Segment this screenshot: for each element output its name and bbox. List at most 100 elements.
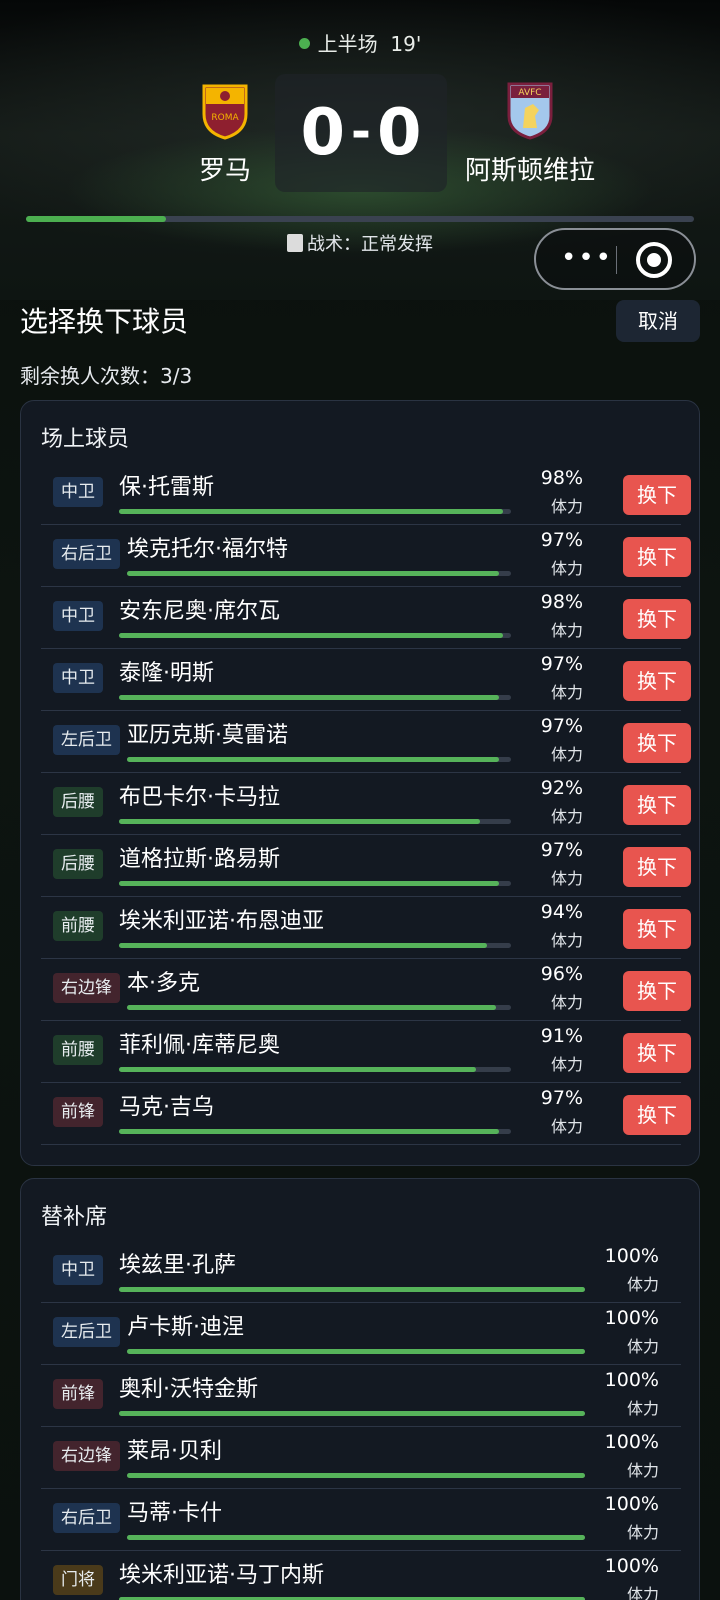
stamina-bar-fill — [119, 943, 488, 948]
sub-off-button[interactable]: 换下 — [623, 599, 691, 639]
roma-crest-icon: ROMA — [202, 84, 248, 140]
onfield-player-row[interactable]: 前腰 埃米利亚诺·布恩迪亚 94% 体力 换下 — [41, 897, 691, 959]
stamina-label: 体力 — [550, 1117, 583, 1136]
player-name: 菲利佩·库蒂尼奥 — [119, 1033, 280, 1058]
stamina-percent: 97% — [540, 1087, 583, 1109]
match-progress-bar — [26, 216, 694, 222]
player-name: 埃兹里·孔萨 — [119, 1253, 236, 1278]
stamina-percent: 100% — [604, 1369, 659, 1391]
position-badge: 前锋 — [53, 1097, 103, 1127]
sub-off-button[interactable]: 换下 — [623, 723, 691, 763]
away-team-name: 阿斯顿维拉 — [464, 156, 595, 186]
stamina-label: 体力 — [626, 1585, 659, 1600]
position-badge: 中卫 — [53, 1255, 103, 1285]
position-badge: 前腰 — [53, 911, 103, 941]
sub-off-button[interactable]: 换下 — [623, 785, 691, 825]
stamina-label: 体力 — [626, 1399, 659, 1418]
score-separator: - — [351, 104, 371, 160]
player-name: 亚历克斯·莫雷诺 — [127, 723, 288, 748]
player-name: 埃米利亚诺·布恩迪亚 — [119, 909, 324, 934]
stamina-bar — [127, 1473, 585, 1478]
stamina-bar-fill — [119, 633, 504, 638]
stamina-label: 体力 — [550, 497, 583, 516]
stamina-percent: 96% — [540, 963, 583, 985]
tactic-label: 战术：正常发挥 — [307, 234, 433, 255]
stamina-bar-fill — [119, 695, 500, 700]
onfield-player-row[interactable]: 右后卫 埃克托尔·福尔特 97% 体力 换下 — [41, 525, 691, 587]
home-team: ROMA 罗马 — [180, 80, 270, 187]
stamina-label: 体力 — [550, 807, 583, 826]
stamina-bar-fill — [127, 1349, 585, 1354]
onfield-player-list: 中卫 保·托雷斯 98% 体力 换下 右后卫 埃克托尔·福尔特 97% 体力 换下 中卫 安东尼奥·席… — [41, 463, 691, 1145]
stamina-bar-fill — [127, 571, 500, 576]
stamina-bar — [127, 571, 511, 576]
sub-off-button[interactable]: 换下 — [623, 847, 691, 887]
stamina-label: 体力 — [626, 1523, 659, 1542]
onfield-player-row[interactable]: 中卫 安东尼奥·席尔瓦 98% 体力 换下 — [41, 587, 691, 649]
close-target-icon[interactable] — [636, 242, 672, 278]
stamina-label: 体力 — [626, 1461, 659, 1480]
home-score: 0 — [300, 96, 346, 170]
sub-off-button[interactable]: 换下 — [623, 661, 691, 701]
player-name: 奥利·沃特金斯 — [119, 1377, 258, 1402]
onfield-player-row[interactable]: 后腰 道格拉斯·路易斯 97% 体力 换下 — [41, 835, 691, 897]
onfield-player-row[interactable]: 前锋 马克·吉乌 97% 体力 换下 — [41, 1083, 691, 1145]
sub-off-button[interactable]: 换下 — [623, 971, 691, 1011]
stamina-bar — [119, 1287, 585, 1292]
stamina-bar-fill — [119, 1287, 585, 1292]
stamina-percent: 97% — [540, 529, 583, 551]
away-team: AVFC 阿斯顿维拉 — [450, 80, 610, 187]
bench-player-row: 右边锋 莱昂·贝利 100% 体力 — [41, 1427, 681, 1489]
remaining-substitutions: 剩余换人次数：3/3 — [20, 364, 193, 388]
sub-off-button[interactable]: 换下 — [623, 475, 691, 515]
capsule-divider — [616, 246, 617, 274]
onfield-player-row[interactable]: 中卫 保·托雷斯 98% 体力 换下 — [41, 463, 691, 525]
stamina-bar — [119, 1129, 511, 1134]
position-badge: 中卫 — [53, 601, 103, 631]
onfield-player-row[interactable]: 中卫 泰隆·明斯 97% 体力 换下 — [41, 649, 691, 711]
position-badge: 中卫 — [53, 477, 103, 507]
stamina-label: 体力 — [550, 621, 583, 640]
onfield-player-row[interactable]: 前腰 菲利佩·库蒂尼奥 91% 体力 换下 — [41, 1021, 691, 1083]
match-period: 上半场 19' — [0, 28, 720, 57]
position-badge: 中卫 — [53, 663, 103, 693]
stamina-percent: 100% — [604, 1245, 659, 1267]
player-name: 莱昂·贝利 — [127, 1439, 222, 1464]
live-dot-icon — [298, 38, 310, 49]
player-name: 道格拉斯·路易斯 — [119, 847, 280, 872]
position-badge: 右边锋 — [53, 1441, 120, 1471]
stamina-label: 体力 — [550, 559, 583, 578]
position-badge: 左后卫 — [53, 725, 120, 755]
stamina-bar-fill — [127, 757, 500, 762]
more-options-icon[interactable]: ••• — [558, 230, 616, 288]
bench-players-card: 替补席 中卫 埃兹里·孔萨 100% 体力 左后卫 卢卡斯·迪涅 100% 体力 前锋 奥利·沃特… — [20, 1178, 700, 1600]
player-name: 马克·吉乌 — [119, 1095, 214, 1120]
stamina-bar-fill — [119, 819, 480, 824]
stamina-bar-fill — [119, 1067, 476, 1072]
villa-crest-text: AVFC — [518, 88, 541, 98]
stamina-percent: 94% — [540, 901, 583, 923]
stamina-percent: 98% — [540, 591, 583, 613]
stamina-bar-fill — [127, 1473, 585, 1478]
player-name: 埃克托尔·福尔特 — [127, 537, 288, 562]
mini-program-capsule: ••• — [534, 228, 696, 290]
stamina-bar-fill — [119, 509, 504, 514]
stamina-percent: 100% — [604, 1431, 659, 1453]
position-badge: 门将 — [53, 1565, 103, 1595]
stamina-bar — [127, 1349, 585, 1354]
sub-off-button[interactable]: 换下 — [623, 1033, 691, 1073]
onfield-player-row[interactable]: 右边锋 本·多克 96% 体力 换下 — [41, 959, 691, 1021]
stamina-bar-fill — [119, 1129, 500, 1134]
sub-off-button[interactable]: 换下 — [623, 909, 691, 949]
onfield-player-row[interactable]: 左后卫 亚历克斯·莫雷诺 97% 体力 换下 — [41, 711, 691, 773]
stamina-percent: 97% — [540, 653, 583, 675]
sub-off-button[interactable]: 换下 — [623, 537, 691, 577]
sub-off-button[interactable]: 换下 — [623, 1095, 691, 1135]
cancel-button[interactable]: 取消 — [616, 300, 700, 342]
onfield-player-row[interactable]: 后腰 布巴卡尔·卡马拉 92% 体力 换下 — [41, 773, 691, 835]
stamina-bar — [127, 1005, 511, 1010]
position-badge: 左后卫 — [53, 1317, 120, 1347]
stamina-bar — [119, 1411, 585, 1416]
stamina-percent: 97% — [540, 715, 583, 737]
onfield-players-card: 场上球员 中卫 保·托雷斯 98% 体力 换下 右后卫 埃克托尔·福尔特 97% 体力 换下 中卫安… — [20, 400, 700, 1166]
